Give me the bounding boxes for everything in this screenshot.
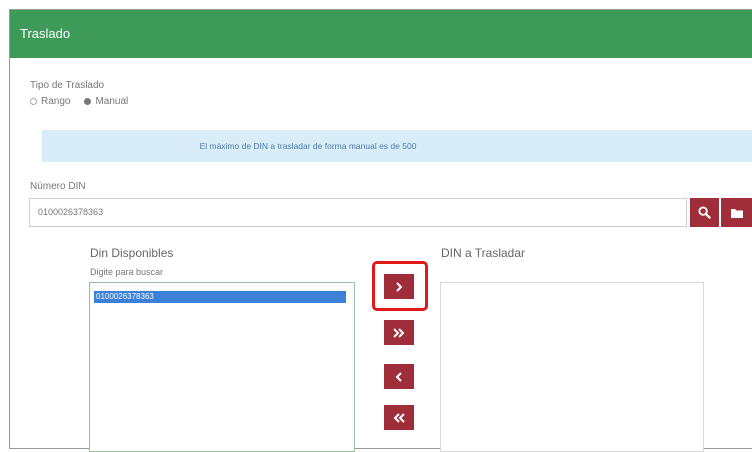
din-trasladar-title: DIN a Trasladar bbox=[441, 246, 526, 260]
radio-manual-label[interactable]: Manual bbox=[95, 96, 128, 107]
search-button[interactable] bbox=[690, 198, 719, 227]
folder-icon bbox=[730, 208, 743, 218]
din-trasladar-list[interactable] bbox=[440, 282, 704, 452]
panel-title: Traslado bbox=[20, 26, 71, 41]
numero-din-value: 0100026378363 bbox=[38, 207, 104, 217]
tipo-traslado-radios: Rango Manual bbox=[30, 96, 128, 107]
din-disponibles-list[interactable]: 0100026378363 bbox=[89, 282, 355, 452]
chevron-left-icon bbox=[395, 371, 402, 382]
list-item[interactable]: 0100026378363 bbox=[94, 291, 346, 303]
highlight-box bbox=[372, 261, 428, 311]
move-all-left-button[interactable] bbox=[384, 405, 414, 430]
radio-rango-label[interactable]: Rango bbox=[41, 96, 70, 107]
radio-rango[interactable] bbox=[30, 98, 37, 105]
search-icon bbox=[698, 206, 711, 219]
search-hint: Digite para buscar bbox=[90, 267, 164, 277]
move-left-button[interactable] bbox=[384, 364, 414, 389]
double-chevron-left-icon bbox=[393, 412, 405, 423]
numero-din-label: Número DIN bbox=[30, 181, 86, 192]
numero-din-input[interactable]: 0100026378363 bbox=[29, 198, 687, 227]
info-alert-text: El máximo de DIN a trasladar de forma ma… bbox=[199, 141, 417, 151]
panel-header: Traslado bbox=[10, 10, 752, 58]
radio-manual[interactable] bbox=[84, 98, 92, 105]
browse-button[interactable] bbox=[721, 198, 752, 227]
move-all-right-button[interactable] bbox=[384, 320, 414, 345]
tipo-traslado-label: Tipo de Traslado bbox=[30, 80, 105, 91]
double-chevron-right-icon bbox=[393, 327, 405, 338]
din-disponibles-title: Din Disponibles bbox=[90, 246, 174, 260]
info-alert: El máximo de DIN a trasladar de forma ma… bbox=[42, 130, 752, 162]
